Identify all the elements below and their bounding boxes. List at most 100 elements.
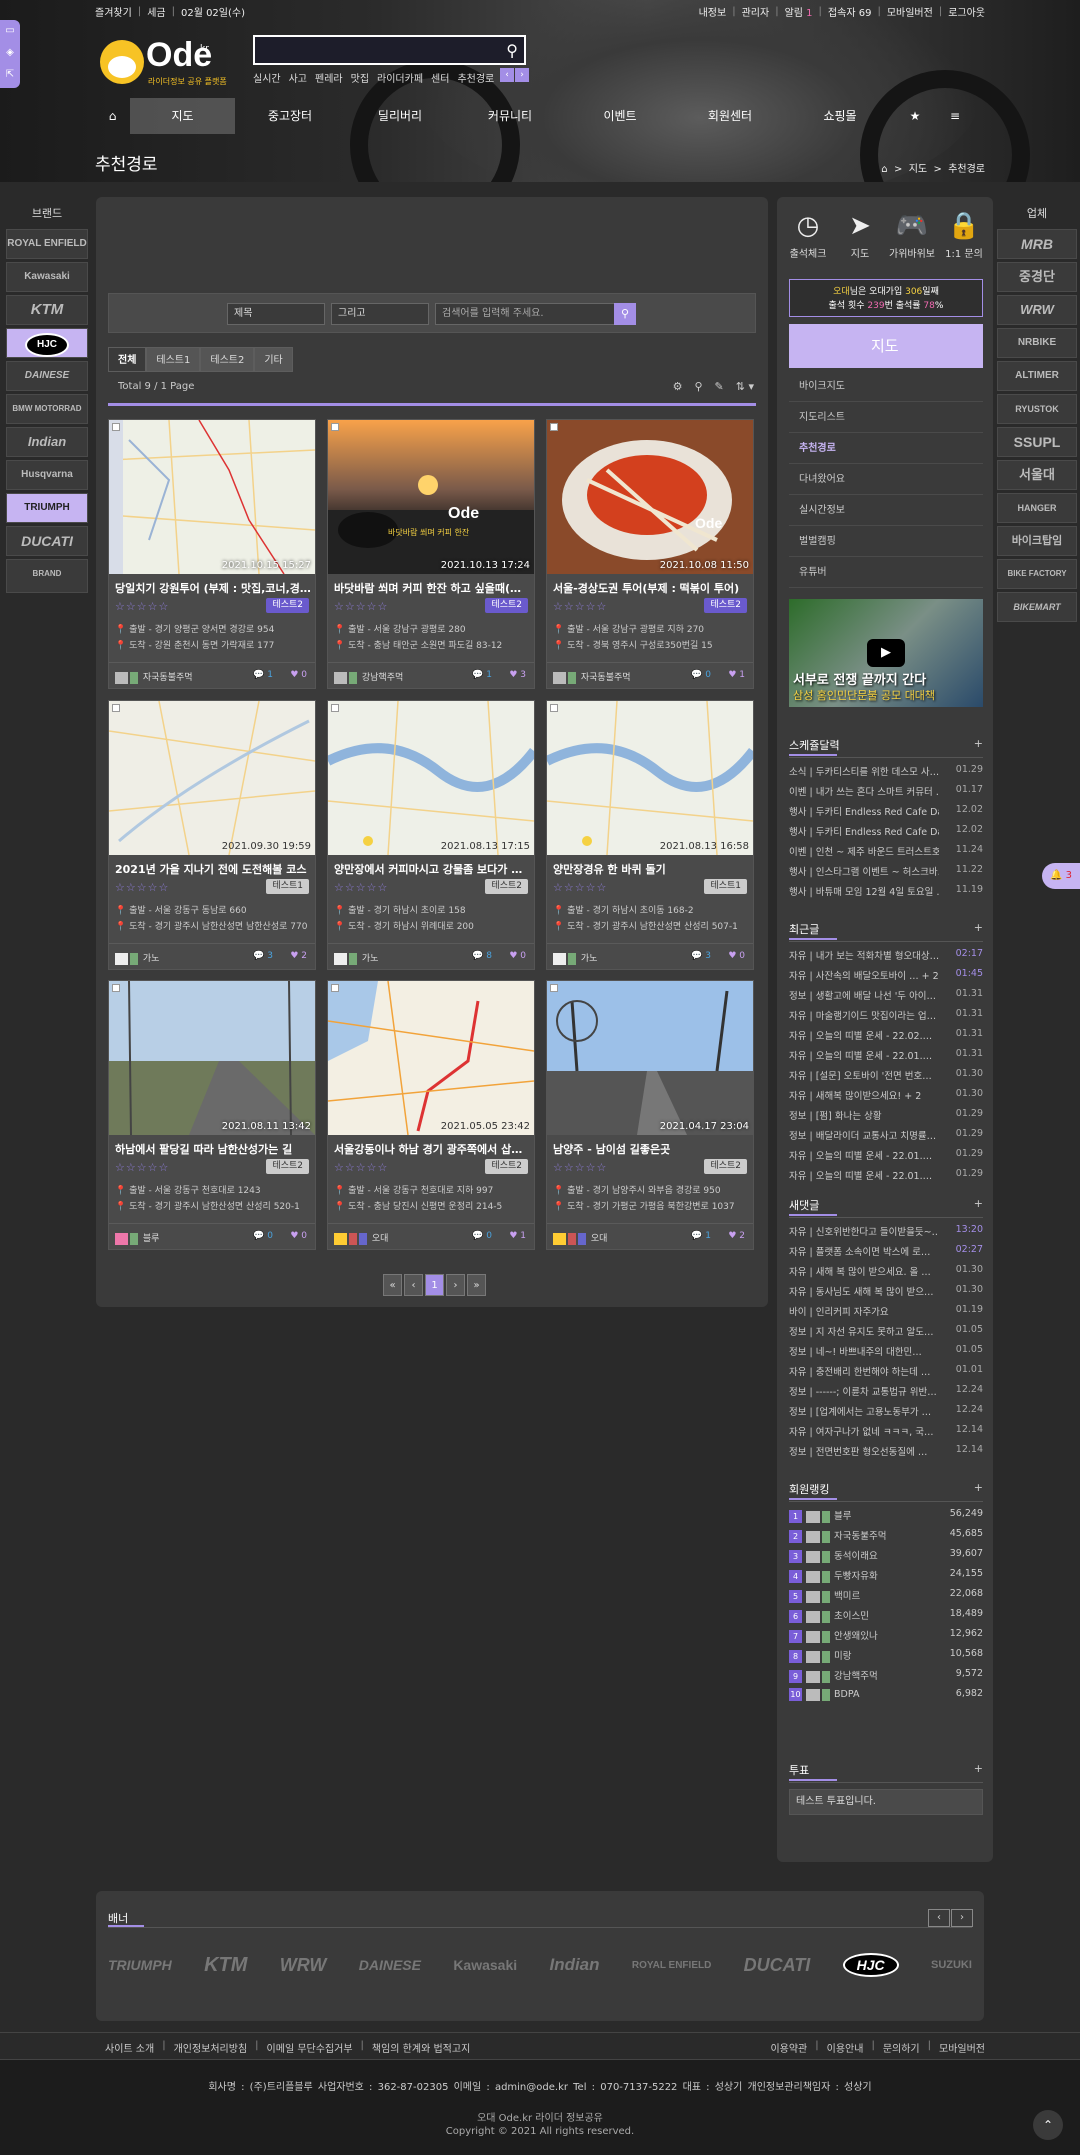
tab-all[interactable]: 전체 [108, 347, 147, 372]
ranking-item[interactable]: 4 두빵자유화 24,155 [789, 1568, 983, 1588]
last-page-button[interactable]: » [467, 1274, 486, 1296]
keyword-item[interactable]: 센터 [431, 70, 449, 85]
my-info-link[interactable]: 내정보 [699, 4, 727, 19]
schedule-item[interactable]: 행사 | 두카티 Endless Red Cafe Day 12.02 [789, 824, 983, 844]
recent-comment-item[interactable]: 자유 | 동사님도 새해 복 많이 받으… 01.30 [789, 1284, 983, 1304]
route-thumbnail[interactable]: Ode 2021.10.08 11:50 [547, 420, 753, 574]
attendance-button[interactable]: ◷ 출석체크 [783, 211, 833, 260]
more-icon[interactable]: + [974, 1481, 983, 1494]
brand-logo[interactable]: BMW MOTORRAD [6, 394, 88, 424]
first-page-button[interactable]: « [383, 1274, 402, 1296]
nav-item-market[interactable]: 중고장터 [235, 98, 345, 134]
author[interactable]: 가노 [115, 951, 159, 965]
footer-link[interactable]: 모바일버전 [939, 2040, 985, 2055]
recent-comment-item[interactable]: 자유 | 새해 복 많이 받으세요. 올 … 01.30 [789, 1264, 983, 1284]
schedule-item[interactable]: 행사 | 바튜매 모임 12월 4일 토요일 … 11.19 [789, 884, 983, 904]
recent-comment-item[interactable]: 정보 | [업계에서는 고용노동부가 … 12.24 [789, 1404, 983, 1424]
card-title[interactable]: 2021년 가을 지나기 전에 도전해볼 코스 [115, 861, 311, 877]
home-icon[interactable]: ⌂ [95, 98, 130, 134]
more-icon[interactable]: + [974, 1197, 983, 1210]
card-title[interactable]: 양만장경유 한 바퀴 돌기 [553, 861, 749, 877]
author[interactable]: 가노 [553, 951, 597, 965]
box-icon[interactable]: ◈ [0, 42, 20, 64]
schedule-item[interactable]: 이벤 | 내가 쓰는 혼다 스마트 커뮤터 … 01.17 [789, 784, 983, 804]
play-icon[interactable]: ▶ [867, 639, 905, 667]
recent-comment-item[interactable]: 자유 | 충전배리 한번해야 하는데 … 01.01 [789, 1364, 983, 1384]
partner-logo[interactable]: BIKE FACTORY [997, 559, 1077, 589]
banner-logo[interactable]: ROYAL ENFIELD [632, 1960, 711, 1971]
recent-post-item[interactable]: 자유 | 사잔속의 배달오토바이 … + 2 01:45 [789, 968, 983, 988]
brand-logo[interactable]: BRAND [6, 559, 88, 593]
recent-comment-item[interactable]: 바이 | 인리커피 자주가요 01.19 [789, 1304, 983, 1324]
route-card[interactable]: 2021.10.15 15:27 당일치기 강원투어 (부제 : 맛집,코너,경… [108, 419, 316, 689]
keyword-item[interactable]: 추천경로 [457, 70, 494, 85]
card-title[interactable]: 하남에서 팔당길 따라 남한산성가는 길 [115, 1141, 311, 1157]
search-icon[interactable]: ⚲ [506, 41, 518, 60]
pc-icon[interactable]: ▭ [0, 20, 20, 42]
banner-logo[interactable]: WRW [280, 1955, 327, 1976]
footer-link[interactable]: 이메일 무단수집거부 [267, 2040, 353, 2055]
search-icon[interactable]: ⚲ [694, 380, 702, 393]
nav-item-community[interactable]: 커뮤니티 [455, 98, 565, 134]
banner-next-button[interactable]: › [951, 1909, 973, 1927]
route-thumbnail[interactable]: 2021.05.05 23:42 [328, 981, 534, 1135]
route-card[interactable]: 2021.08.13 16:58 양만장경유 한 바퀴 돌기 ☆☆☆☆☆ 테스트… [546, 700, 754, 970]
recent-post-item[interactable]: 정보 | [펌] 화나는 상황 01.29 [789, 1108, 983, 1128]
ranking-item[interactable]: 2 자국동불주먹 45,685 [789, 1528, 983, 1548]
more-icon[interactable]: + [974, 1762, 983, 1775]
recent-comment-item[interactable]: 정보 | 지 자선 유지도 못하고 알도… 01.05 [789, 1324, 983, 1344]
card-title[interactable]: 당일치기 강원투어 (부제 : 맛집,코너,경… [115, 580, 311, 596]
banner-logo[interactable]: DUCATI [744, 1955, 811, 1976]
banner-logo[interactable]: Indian [549, 1955, 599, 1975]
tax-link[interactable]: 세금 [147, 4, 165, 19]
banner-logo[interactable]: Kawasaki [453, 1957, 517, 1973]
ranking-item[interactable]: 7 안생왜있나 12,962 [789, 1628, 983, 1648]
brand-logo[interactable]: DUCATI [6, 526, 88, 556]
bookmark-link[interactable]: 즐겨찾기 [95, 4, 132, 19]
partner-logo[interactable]: 바이크탑임 [997, 526, 1077, 556]
keyword-item[interactable]: 라이더카페 [377, 70, 423, 85]
menu-item-camping[interactable]: 벌벌캠핑 [789, 526, 983, 557]
recent-post-item[interactable]: 정보 | 배달라이더 교통사고 치명률… 01.29 [789, 1128, 983, 1148]
brand-logo[interactable]: HJC [6, 328, 88, 358]
nav-item-map[interactable]: 지도 [130, 98, 235, 134]
author[interactable]: 블루 [115, 1231, 159, 1245]
menu-item-youtuber[interactable]: 유튜버 [789, 557, 983, 588]
partner-logo[interactable]: 중경단 [997, 262, 1077, 292]
prev-page-button[interactable]: ‹ [404, 1274, 423, 1296]
recent-post-item[interactable]: 자유 | [설문] 오토바이 '전면 번호… 01.30 [789, 1068, 983, 1088]
brand-logo[interactable]: TRIUMPH [6, 493, 88, 523]
card-title[interactable]: 서울강동이나 하남 경기 광주쪽에서 삽… [334, 1141, 530, 1157]
tab-test2[interactable]: 테스트2 [200, 347, 255, 372]
poll-item[interactable]: 테스트 투표입니다. [789, 1789, 983, 1815]
recent-post-item[interactable]: 자유 | 오늘의 띠별 운세 - 22.02.… 01.31 [789, 1028, 983, 1048]
banner-logo[interactable]: DAINESE [359, 1957, 421, 1973]
breadcrumb-item[interactable]: 지도 [909, 164, 927, 175]
partner-logo[interactable]: HANGER [997, 493, 1077, 523]
select-checkbox[interactable] [550, 984, 558, 992]
search-button[interactable]: ⚲ [614, 303, 636, 325]
tab-test1[interactable]: 테스트1 [146, 347, 201, 372]
more-icon[interactable]: + [974, 737, 983, 750]
ranking-item[interactable]: 5 백미르 22,068 [789, 1588, 983, 1608]
route-card[interactable]: 2021.08.13 17:15 양만장에서 커피마시고 강물좀 보다가 … ☆… [327, 700, 535, 970]
ranking-item[interactable]: 8 미랑 10,568 [789, 1648, 983, 1668]
select-checkbox[interactable] [550, 704, 558, 712]
menu-item-bike-map[interactable]: 바이크지도 [789, 371, 983, 402]
route-card[interactable]: 2021.04.17 23:04 남양주 - 남이섬 길좋은곳 ☆☆☆☆☆ 테스… [546, 980, 754, 1250]
select-checkbox[interactable] [112, 704, 120, 712]
partner-logo[interactable]: 서울대 [997, 460, 1077, 490]
rps-game-button[interactable]: 🎮 가위바위보 [887, 211, 937, 260]
share-icon[interactable]: ⇱ [0, 64, 20, 86]
keyword-next-icon[interactable]: › [515, 68, 529, 82]
route-thumbnail[interactable]: 2021.04.17 23:04 [547, 981, 753, 1135]
nav-item-member[interactable]: 회원센터 [675, 98, 785, 134]
partner-logo[interactable]: MRB [997, 229, 1077, 259]
route-thumbnail[interactable]: 2021.08.11 13:42 [109, 981, 315, 1135]
select-checkbox[interactable] [550, 423, 558, 431]
banner-prev-button[interactable]: ‹ [928, 1909, 950, 1927]
menu-icon[interactable]: ≡ [935, 98, 975, 134]
menu-item-map-list[interactable]: 지도리스트 [789, 402, 983, 433]
footer-link[interactable]: 책임의 한계와 법적고지 [372, 2040, 470, 2055]
tab-etc[interactable]: 기타 [254, 347, 293, 372]
